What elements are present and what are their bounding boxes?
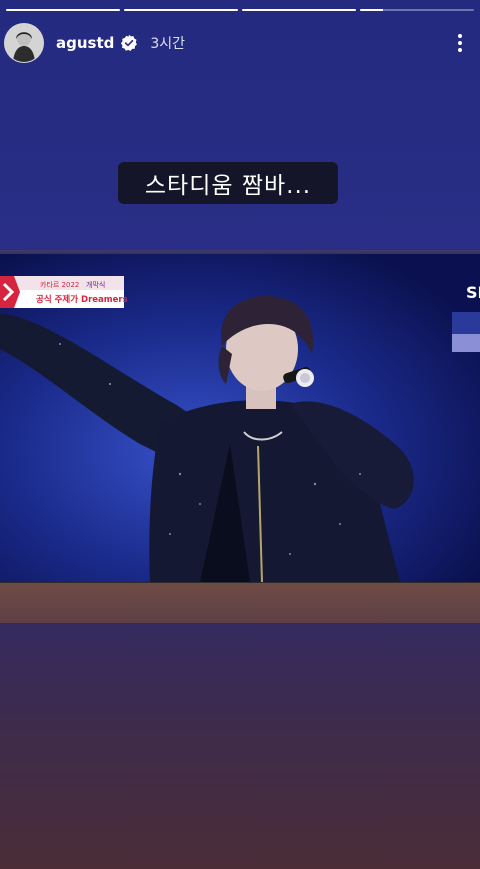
overlay-event-prefix: 카타르 2022 <box>40 280 79 289</box>
progress-segment <box>360 9 474 11</box>
story-caption: 스타디움 짬바... <box>118 162 338 204</box>
story-header: agustd 3시간 <box>4 22 472 64</box>
avatar[interactable] <box>4 23 44 63</box>
tv-screen-photo: 카타르 2022 개막식 공식 주제가 Dreamers SE <box>0 254 480 585</box>
progress-fill <box>242 9 356 11</box>
verified-badge-icon <box>121 34 138 51</box>
progress-segment <box>6 9 120 11</box>
channel-logo-text: SE <box>466 283 480 302</box>
performance-scene: 카타르 2022 개막식 공식 주제가 Dreamers SE <box>0 254 480 582</box>
more-dot <box>458 34 462 38</box>
story-progress-bar <box>6 9 474 11</box>
post-time: 3시간 <box>150 36 186 52</box>
username[interactable]: agustd <box>56 34 114 52</box>
progress-segment <box>242 9 356 11</box>
more-vertical-icon[interactable] <box>448 31 472 55</box>
progress-segment <box>124 9 238 11</box>
broadcast-overlay: 카타르 2022 개막식 공식 주제가 Dreamers <box>0 276 128 308</box>
progress-fill <box>360 9 383 11</box>
overlay-event-highlight: 개막식 <box>86 280 105 289</box>
more-dot <box>458 41 462 45</box>
overlay-song-title: 공식 주제가 Dreamers <box>36 294 128 305</box>
wall-below-tv <box>0 583 480 623</box>
progress-fill <box>124 9 238 11</box>
more-dot <box>458 48 462 52</box>
progress-fill <box>6 9 120 11</box>
avatar-image <box>5 24 43 62</box>
